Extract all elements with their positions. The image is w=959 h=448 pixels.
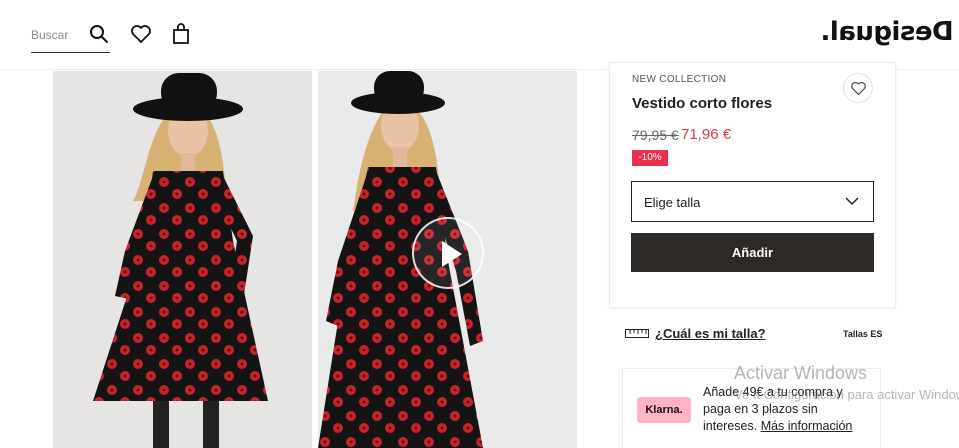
search-icon[interactable] — [89, 24, 109, 44]
collection-label: NEW COLLECTION — [632, 74, 727, 85]
search-input[interactable] — [31, 26, 81, 44]
original-price: 79,95 € — [632, 127, 679, 143]
product-title: Vestido corto flores — [632, 95, 773, 112]
product-image-1[interactable] — [53, 71, 312, 448]
klarna-message: Añade 49€ a tu compra y paga en 3 plazos… — [703, 384, 873, 435]
heart-icon — [851, 81, 866, 96]
size-select-label: Elige talla — [644, 195, 701, 210]
add-to-cart-button[interactable]: Añadir — [631, 233, 874, 272]
klarna-more-info-link[interactable]: Más información — [761, 419, 853, 433]
site-header: Desigual. — [0, 0, 959, 70]
klarna-logo: Klarna. — [637, 397, 691, 423]
sale-price: 71,96 € — [681, 126, 732, 143]
size-guide-link[interactable]: ¿Cuál es mi talla? — [655, 326, 766, 341]
brand-logo[interactable]: Desigual. — [821, 17, 954, 47]
shopping-bag-icon[interactable] — [171, 23, 191, 45]
chevron-down-icon — [845, 197, 859, 206]
discount-badge: -10% — [632, 150, 668, 166]
size-select[interactable]: Elige talla — [631, 181, 874, 222]
heart-icon[interactable] — [130, 24, 152, 44]
search-box[interactable] — [31, 20, 110, 53]
klarna-banner: Klarna. Añade 49€ a tu compra y paga en … — [622, 368, 881, 448]
product-card: NEW COLLECTION Vestido corto flores 79,9… — [609, 62, 896, 308]
size-region-label[interactable]: Tallas ES — [843, 329, 882, 339]
ruler-icon — [625, 329, 649, 338]
product-image-2[interactable] — [318, 71, 577, 448]
video-play-button[interactable] — [412, 217, 484, 289]
wishlist-button[interactable] — [843, 73, 873, 103]
play-icon — [442, 241, 462, 267]
